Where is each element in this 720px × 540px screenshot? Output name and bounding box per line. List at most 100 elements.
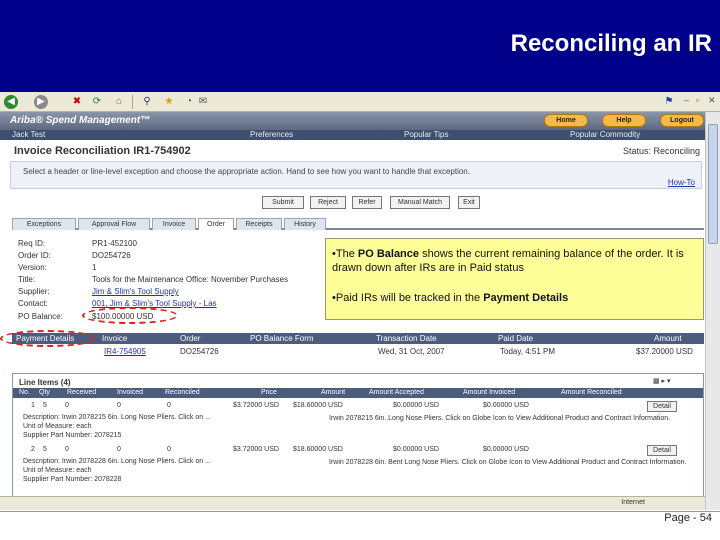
callout-p2-bold: Payment Details [483,292,569,304]
tab-history[interactable]: History [284,218,326,230]
home-icon[interactable]: ⌂ [112,95,126,109]
tab-approval-flow[interactable]: Approval Flow [78,218,150,230]
status-text: Status: Reconciling [622,146,700,156]
callout-note: •The PO Balance shows the current remain… [325,238,704,320]
li-row1-amt-invoiced: $0.00000 USD [483,402,529,409]
li-row1-part: Supplier Part Number: 2078215 [23,432,122,439]
tab-order[interactable]: Order [198,218,234,230]
li-row1-reconciled: 0 [167,402,171,409]
li-row1-accepted: $0.00000 USD [393,402,439,409]
li-row1-description: Description: Irwin 2078215 6in. Long Nos… [23,414,211,421]
history-icon[interactable]: ◔ [182,95,196,109]
li-col-price: Price [261,389,277,396]
vertical-scrollbar[interactable] [705,112,720,510]
field-value-order-id: DO254726 [92,251,131,260]
refresh-icon[interactable]: ⟳ [90,95,104,109]
scrollbar-thumb[interactable] [708,124,718,244]
li-col-received: Received [67,389,97,396]
li-row1-uom: Unit of Measure: each [23,423,92,430]
li-row2-reconciled: 0 [167,446,171,453]
how-to-link[interactable]: How-To [668,178,695,187]
nav-user[interactable]: Jack Test [12,130,45,140]
li-row2-no: 2 [31,446,35,453]
field-label-req-id: Req ID: [18,239,46,248]
li-col-qty: Qty [39,389,50,396]
status-zone: Internet [621,499,645,506]
slide: Reconciling an IR ◀ ▶ ✖ ⟳ ⌂ ⚲ ★ ◔ ✉ ⚑ – … [0,0,720,540]
li-row2-qty: 5 [43,446,47,453]
help-button[interactable]: Help [602,114,646,127]
po-balance-highlight [82,307,178,324]
li-row1-long-description: Irwin 2078215 6in. Long Nose Pliers. Cli… [329,415,671,422]
ariba-nav-bar: Jack Test Preferences Popular Tips Popul… [0,130,705,140]
reject-button[interactable]: Reject [310,196,346,209]
stop-icon[interactable]: ✖ [70,95,84,109]
field-value-title: Tools for the Maintenance Office: Novemb… [92,275,288,284]
forward-icon[interactable]: ▶ [34,95,48,109]
instructions-text: Select a header or line-level exception … [23,167,470,176]
tab-receipts[interactable]: Receipts [236,218,282,230]
table-options-icon[interactable]: ▦ ▸ ▾ [653,377,671,385]
back-icon[interactable]: ◀ [4,95,18,109]
nav-preferences[interactable]: Preferences [250,130,293,140]
payment-details-highlight [0,330,96,347]
contact-link[interactable]: 001, Jim & Slim's Tool Supply - Las [92,299,217,308]
page-title: Invoice Reconciliation IR1-754902 [14,145,191,157]
li-row2-part: Supplier Part Number: 2078228 [23,476,122,483]
manual-match-button[interactable]: Manual Match [390,196,450,209]
li-row2-detail-button[interactable]: Detail [647,445,677,456]
callout-p1-pre: The [335,248,358,260]
field-label-po-balance: PO Balance: [18,312,63,321]
payment-details-header: Payment Details Invoice Order PO Balance… [12,333,704,344]
line-items-header: No. Qty Received Invoiced Reconciled Pri… [13,388,703,398]
li-col-amount: Amount [321,389,346,396]
li-col-amount-invoiced: Amount Invoiced [463,389,516,396]
favorites-icon[interactable]: ★ [162,95,176,109]
refer-button[interactable]: Refer [352,196,382,209]
instructions-box: Select a header or line-level exception … [10,161,702,189]
li-row1-price: $3.72000 USD [233,402,279,409]
line-items-title: Line Items (4) [19,378,71,387]
li-col-amount-reconciled: Amount Reconciled [561,389,622,396]
li-row1-detail-button[interactable]: Detail [647,401,677,412]
exit-button[interactable]: Exit [458,196,480,209]
home-button[interactable]: Home [544,114,588,127]
tab-exceptions[interactable]: Exceptions [12,218,76,230]
li-row2-received: 0 [65,446,69,453]
restore-icon[interactable]: ▫ [696,95,699,105]
line-items-panel: Line Items (4) ▦ ▸ ▾ No. Qty Received In… [12,373,704,503]
li-row1-no: 1 [31,402,35,409]
li-col-amount-accepted: Amount Accepted [369,389,424,396]
field-label-title: Title: [18,275,36,284]
logout-button[interactable]: Logout [660,114,704,127]
search-icon[interactable]: ⚲ [140,95,154,109]
browser-status-bar: Internet [0,496,705,510]
payment-col-order: Order [180,334,201,343]
nav-popular-tips[interactable]: Popular Tips [404,130,448,140]
li-row2-accepted: $0.00000 USD [393,446,439,453]
supplier-link[interactable]: Jim & Slim's Tool Supply [92,287,179,296]
payment-col-po-balance-form: PO Balance Form [250,334,314,343]
payment-transaction-date: Wed, 31 Oct, 2007 [378,347,445,356]
ariba-header: Ariba® Spend Management™ Home Help Logou… [0,112,705,130]
li-row2-uom: Unit of Measure: each [23,467,92,474]
payment-invoice-link[interactable]: IR4-754905 [104,347,146,356]
payment-order: DO254726 [180,347,219,356]
title-banner: Reconciling an IR [0,0,720,92]
browser-toolbar: ◀ ▶ ✖ ⟳ ⌂ ⚲ ★ ◔ ✉ ⚑ – ▫ ✕ [0,92,720,112]
windows-logo-icon: ⚑ [664,96,674,107]
payment-paid-date: Today, 4:51 PM [500,347,555,356]
tab-invoice[interactable]: Invoice [152,218,196,230]
li-col-invoiced: Invoiced [117,389,144,396]
li-row1-qty: 5 [43,402,47,409]
close-icon[interactable]: ✕ [708,95,716,106]
callout-paragraph-2: •Paid IRs will be tracked in the Payment… [332,292,569,304]
minimize-icon[interactable]: – [684,95,689,105]
field-label-contact: Contact: [18,299,48,308]
nav-popular-commodity[interactable]: Popular Commodity [570,130,640,140]
payment-col-transaction-date: Transaction Date [376,334,437,343]
li-row2-invoiced: 0 [117,446,121,453]
mail-icon[interactable]: ✉ [196,95,210,109]
li-row2-amount: $18.60000 USD [293,446,343,453]
submit-button[interactable]: Submit [262,196,304,209]
